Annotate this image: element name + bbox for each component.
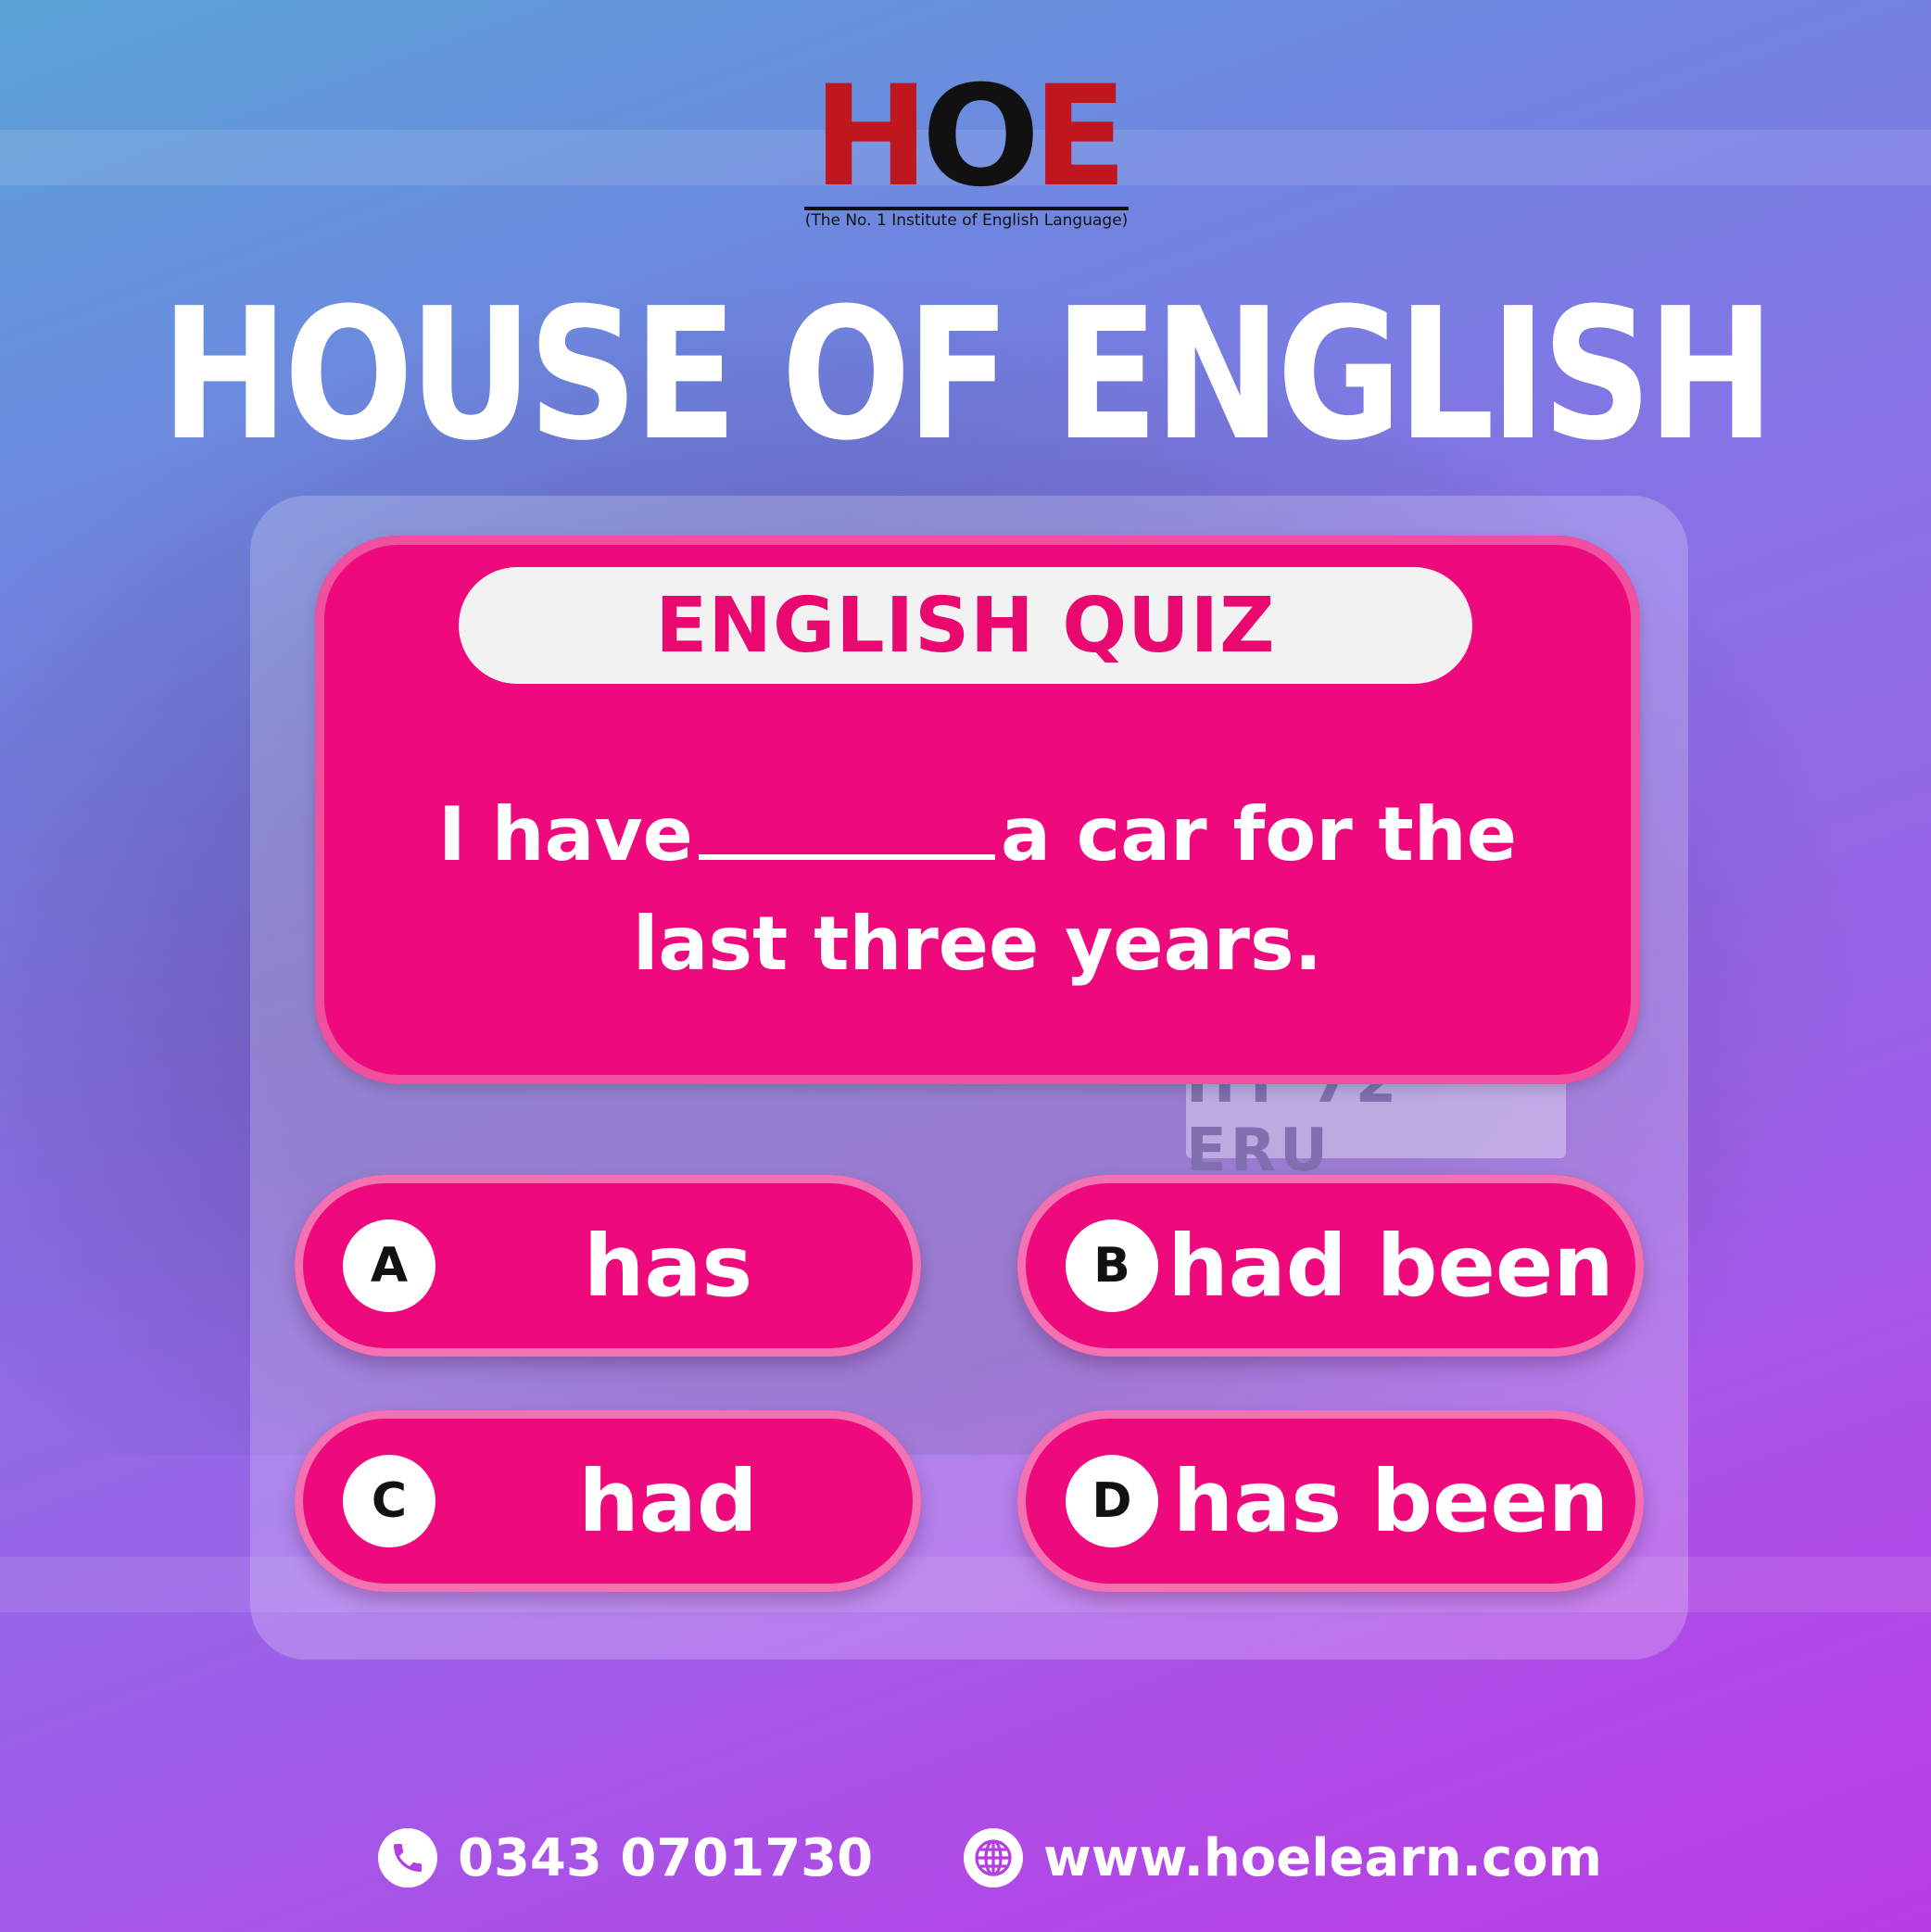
option-d-button[interactable]: D has been	[1017, 1410, 1644, 1592]
option-d-text: has been	[1172, 1451, 1609, 1551]
website-link[interactable]: www.hoelearn.com	[964, 1816, 1602, 1900]
option-c-button[interactable]: C had	[295, 1410, 921, 1592]
phone-contact[interactable]: 0343 0701730	[378, 1816, 873, 1900]
question-blank	[698, 793, 995, 860]
option-b-letter: B	[1066, 1219, 1158, 1312]
option-c-letter: C	[343, 1455, 435, 1547]
logo-letter-o: O	[921, 57, 1040, 218]
option-b-text: had been	[1167, 1216, 1614, 1316]
logo-wordmark: H O E	[804, 57, 1129, 218]
option-a-button[interactable]: A has	[295, 1175, 921, 1357]
globe-icon	[964, 1828, 1023, 1888]
option-d-letter: D	[1066, 1455, 1158, 1547]
question-part-2: a car for the	[1000, 791, 1518, 878]
question-part-1: I have	[437, 791, 693, 878]
hoe-logo: H O E (The No. 1 Institute of English La…	[804, 57, 1129, 239]
logo-underline	[804, 207, 1129, 210]
question-line-2: last three years.	[633, 901, 1322, 987]
logo-letter-h: H	[813, 57, 929, 218]
option-c-text: had	[578, 1451, 758, 1551]
option-a-text: has	[583, 1216, 753, 1316]
phone-icon	[378, 1828, 437, 1888]
logo-tagline: (The No. 1 Institute of English Language…	[804, 211, 1129, 230]
quiz-label: ENGLISH QUIZ	[459, 567, 1472, 684]
option-a-letter: A	[343, 1219, 435, 1312]
page-title: HOUSE OF ENGLISH	[160, 270, 1775, 481]
phone-number: 0343 0701730	[458, 1827, 874, 1888]
logo-letter-e: E	[1032, 57, 1128, 218]
option-b-button[interactable]: B had been	[1017, 1175, 1644, 1357]
question-text: I have a car for the last three years.	[352, 780, 1603, 999]
website-url: www.hoelearn.com	[1043, 1827, 1602, 1888]
